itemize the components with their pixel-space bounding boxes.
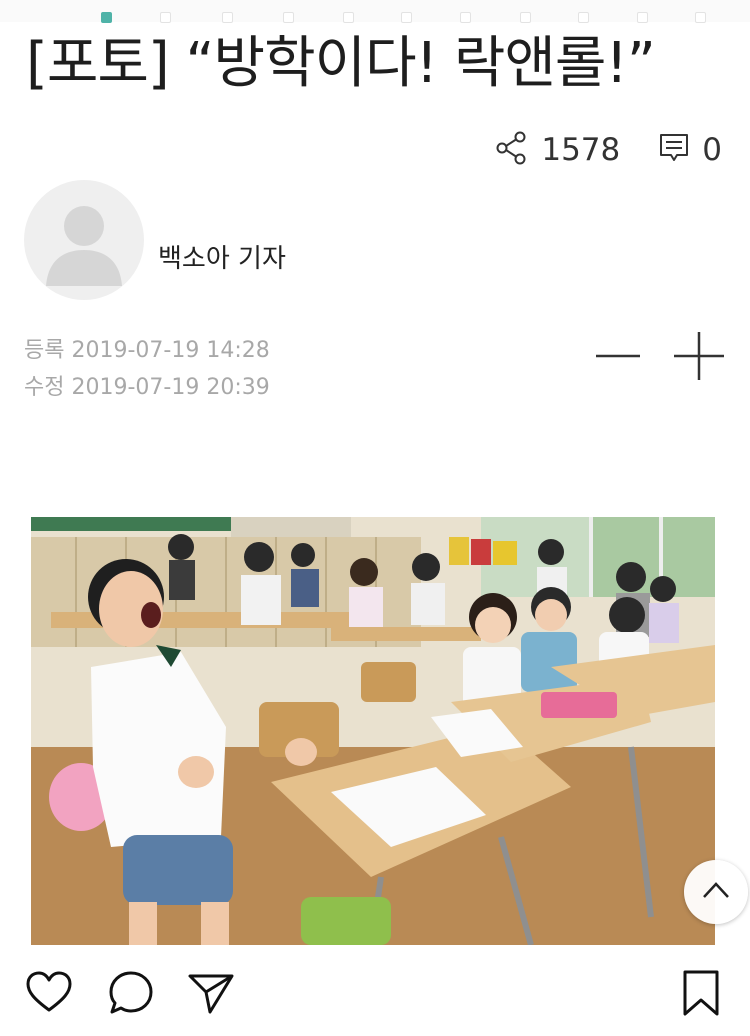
page-dot[interactable] (343, 12, 354, 23)
share-icon[interactable] (495, 131, 529, 169)
modified-date: 수정 2019-07-19 20:39 (24, 375, 270, 400)
page-dot[interactable] (520, 12, 531, 23)
page-dot[interactable] (160, 12, 171, 23)
page-dot[interactable] (695, 12, 706, 23)
plus-icon (672, 328, 726, 388)
page-dot[interactable] (460, 12, 471, 23)
minus-icon (594, 328, 642, 388)
page-dot[interactable] (222, 12, 233, 23)
author-avatar (24, 180, 144, 300)
bookmark-icon[interactable] (676, 968, 726, 1018)
comment-icon[interactable] (658, 132, 690, 168)
page-dot-active[interactable] (101, 12, 112, 23)
font-decrease-button[interactable] (594, 330, 642, 386)
article-stats: 1578 0 (495, 128, 722, 172)
font-increase-button[interactable] (672, 330, 726, 386)
page-dot[interactable] (637, 12, 648, 23)
registered-date: 등록 2019-07-19 14:28 (24, 338, 270, 363)
page-dot[interactable] (283, 12, 294, 23)
paper-plane-icon[interactable] (186, 968, 236, 1018)
share-count: 1578 (541, 132, 621, 168)
speech-bubble-icon[interactable] (106, 968, 156, 1018)
bottom-action-bar (0, 946, 750, 1036)
page-dot[interactable] (401, 12, 412, 23)
author-name: 백소아 기자 (158, 244, 286, 274)
heart-icon[interactable] (24, 968, 74, 1018)
scroll-top-button[interactable] (684, 860, 748, 924)
article-photo (31, 517, 715, 945)
comment-count: 0 (702, 132, 722, 168)
page-indicator-strip (0, 0, 750, 23)
page-dot[interactable] (578, 12, 589, 23)
chevron-up-icon (701, 880, 731, 904)
article-title: [포토] “방학이다! 락앤롤!” (26, 31, 656, 96)
